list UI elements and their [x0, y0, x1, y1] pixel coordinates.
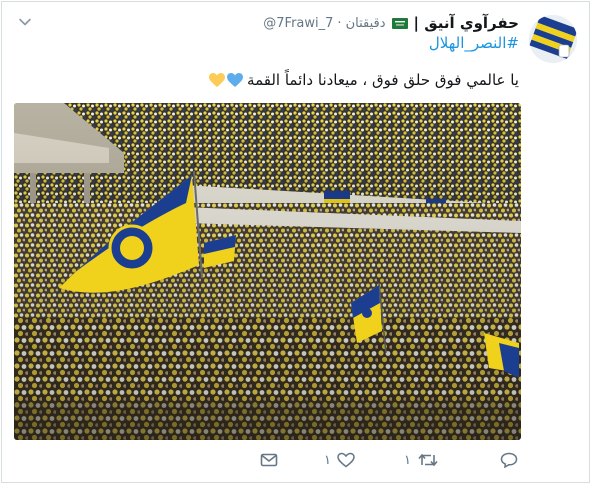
- retweet-button[interactable]: ١: [404, 452, 439, 468]
- blue-heart-icon: [227, 72, 244, 87]
- tweet-meta: @7Frawi_7 · دقيقتان: [263, 16, 385, 31]
- message-button[interactable]: [260, 452, 278, 468]
- like-count: ١: [324, 452, 331, 468]
- tweet-timestamp[interactable]: دقيقتان: [346, 16, 386, 31]
- retweet-icon: [418, 453, 438, 467]
- tweet-card[interactable]: حفرآوي آنيق | @7Frawi_7 · دقيقتان #النصر…: [1, 1, 590, 483]
- tweet-photo[interactable]: [14, 103, 521, 440]
- reply-button[interactable]: [500, 452, 518, 468]
- tweet-header: حفرآوي آنيق | @7Frawi_7 · دقيقتان: [263, 11, 519, 35]
- tweet-text-line: يا عالمي فوق حلق فوق ، ميعادنا دائماً ال…: [209, 71, 519, 89]
- chevron-down-icon[interactable]: [18, 15, 32, 29]
- display-name[interactable]: حفرآوي آنيق |: [414, 14, 520, 32]
- avatar-image: [529, 15, 577, 63]
- retweet-count: ١: [404, 452, 411, 468]
- heart-emojis: [209, 72, 244, 88]
- tweet-text: يا عالمي فوق حلق فوق ، ميعادنا دائماً ال…: [247, 71, 519, 89]
- hashtag-link[interactable]: #النصر_الهلال: [429, 34, 519, 52]
- heart-icon: [337, 452, 355, 468]
- avatar[interactable]: [529, 15, 577, 63]
- saudi-flag-icon: [391, 17, 408, 29]
- stadium-crowd-image: [14, 103, 521, 440]
- tweet-actions: ١ ١: [2, 452, 589, 474]
- meta-separator: ·: [337, 15, 342, 31]
- yellow-heart-icon: [209, 72, 226, 87]
- envelope-icon: [260, 453, 278, 467]
- like-button[interactable]: ١: [324, 452, 355, 468]
- user-handle[interactable]: @7Frawi_7: [263, 16, 333, 31]
- reply-icon: [500, 452, 518, 468]
